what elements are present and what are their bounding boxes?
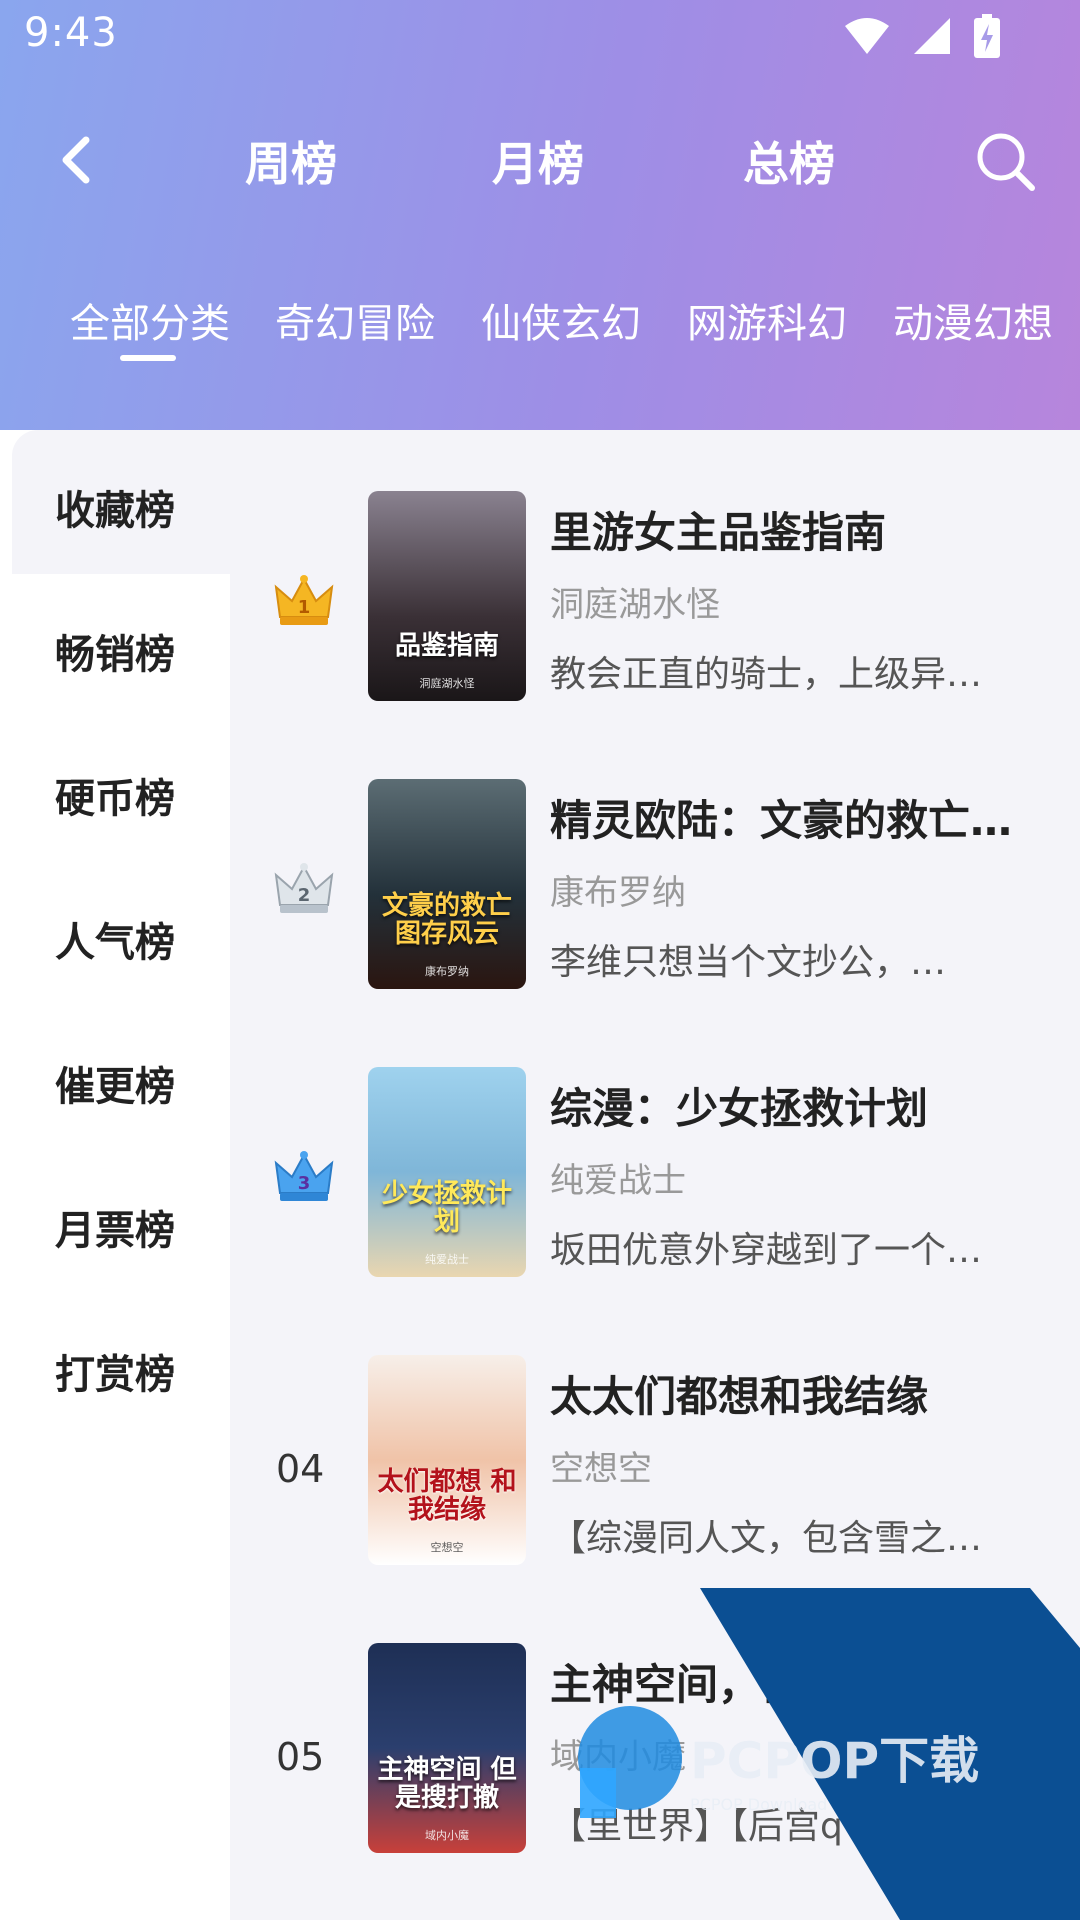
cover-title: 太们都想 和我结缘 — [377, 1466, 517, 1526]
gold-crown-icon: 1 — [274, 575, 334, 625]
tab-monthly[interactable]: 月榜 — [492, 128, 584, 194]
category-fantasy-adventure[interactable]: 奇幻冒险 — [275, 291, 435, 349]
pcpop-watermark: PCPOP下载 PCPOP Download — [578, 1588, 1080, 1920]
sidebar-item-coins[interactable]: 硬币榜 — [0, 766, 230, 824]
book-title: 综漫：少女拯救计划 — [550, 1084, 929, 1133]
cover-title: 品鉴指南 — [394, 631, 499, 662]
book-cover[interactable]: 品鉴指南 洞庭湖水怪 — [368, 491, 526, 701]
cover-title: 少女拯救计划 — [381, 1178, 512, 1238]
category-bar: 全部分类 奇幻冒险 仙侠玄幻 网游科幻 动漫幻想 — [0, 285, 1080, 365]
cover-author: 域内小魔 — [425, 1829, 469, 1842]
watermark-sub: PCPOP Download — [690, 1795, 827, 1814]
book-author: 洞庭湖水怪 — [550, 585, 720, 625]
rank-number: 04 — [276, 1447, 325, 1491]
book-cover[interactable]: 少女拯救计划 纯爱战士 — [368, 1067, 526, 1277]
book-item[interactable]: 1 品鉴指南 洞庭湖水怪 里游女主品鉴指南 洞庭湖水怪 教会正直的骑士，上级异… — [230, 491, 1080, 779]
category-xianxia[interactable]: 仙侠玄幻 — [481, 291, 641, 349]
sidebar-item-monthly-ticket[interactable]: 月票榜 — [0, 1198, 230, 1256]
cover-author: 纯爱战士 — [425, 1253, 469, 1266]
book-description: 李维只想当个文抄公，… — [550, 942, 947, 983]
status-bar: 9:43 — [0, 0, 1080, 75]
book-description: 坂田优意外穿越到了一个… — [550, 1230, 983, 1271]
cover-title: 文豪的救亡 图存风云 — [381, 890, 512, 950]
sidebar-item-urge[interactable]: 催更榜 — [0, 1054, 230, 1112]
rank-2-label: 2 — [298, 885, 311, 906]
sidebar-item-reward[interactable]: 打赏榜 — [0, 1342, 230, 1400]
book-item[interactable]: 3 少女拯救计划 纯爱战士 综漫：少女拯救计划 纯爱战士 坂田优意外穿越到了一个… — [230, 1067, 1080, 1355]
tab-weekly[interactable]: 周榜 — [245, 128, 337, 194]
book-author: 纯爱战士 — [550, 1161, 686, 1201]
status-time: 9:43 — [24, 10, 118, 56]
category-anime-fantasy[interactable]: 动漫幻想 — [893, 291, 1053, 349]
sidebar-item-bestseller[interactable]: 畅销榜 — [0, 622, 230, 680]
rank-number: 05 — [276, 1735, 325, 1779]
back-button[interactable] — [50, 130, 110, 190]
book-item[interactable]: 2 文豪的救亡 图存风云 康布罗纳 精灵欧陆：文豪的救亡… 康布罗纳 李维只想当… — [230, 779, 1080, 1067]
book-cover[interactable]: 主神空间 但是搜打撤 域内小魔 — [368, 1643, 526, 1853]
cover-title: 主神空间 但是搜打撤 — [377, 1754, 517, 1814]
category-scifi-game[interactable]: 网游科幻 — [687, 291, 847, 349]
sidebar-item-favorites[interactable]: 收藏榜 — [0, 478, 230, 536]
silver-crown-icon: 2 — [274, 863, 334, 913]
wifi-icon — [845, 18, 889, 54]
book-title: 太太们都想和我结缘 — [550, 1372, 929, 1421]
battery-charging-icon — [974, 14, 1000, 58]
category-indicator — [120, 355, 176, 361]
book-author: 康布罗纳 — [550, 873, 686, 913]
rank-1-label: 1 — [298, 597, 311, 618]
book-description: 教会正直的骑士，上级异… — [550, 654, 983, 695]
top-nav: 周榜 月榜 总榜 — [0, 110, 1080, 210]
sidebar-item-popular[interactable]: 人气榜 — [0, 910, 230, 968]
signal-icon — [914, 18, 950, 54]
book-title: 里游女主品鉴指南 — [550, 508, 887, 557]
search-button[interactable] — [972, 128, 1038, 194]
blue-crown-icon: 3 — [274, 1151, 334, 1201]
chevron-left-icon — [62, 136, 90, 184]
category-all[interactable]: 全部分类 — [70, 291, 230, 349]
status-icons — [844, 14, 1000, 58]
book-description: 【综漫同人文，包含雪之… — [550, 1518, 983, 1559]
rank-3-label: 3 — [298, 1173, 311, 1194]
cover-author: 洞庭湖水怪 — [419, 677, 475, 690]
book-cover[interactable]: 文豪的救亡 图存风云 康布罗纳 — [368, 779, 526, 989]
cover-author: 空想空 — [430, 1541, 464, 1554]
cover-author: 康布罗纳 — [425, 965, 469, 978]
book-cover[interactable]: 太们都想 和我结缘 空想空 — [368, 1355, 526, 1565]
search-icon — [977, 133, 1035, 191]
book-author: 空想空 — [550, 1449, 652, 1489]
book-title: 精灵欧陆：文豪的救亡… — [550, 796, 1013, 845]
tab-overall[interactable]: 总榜 — [743, 128, 835, 194]
watermark-brand: PCPOP下载 — [690, 1732, 979, 1790]
